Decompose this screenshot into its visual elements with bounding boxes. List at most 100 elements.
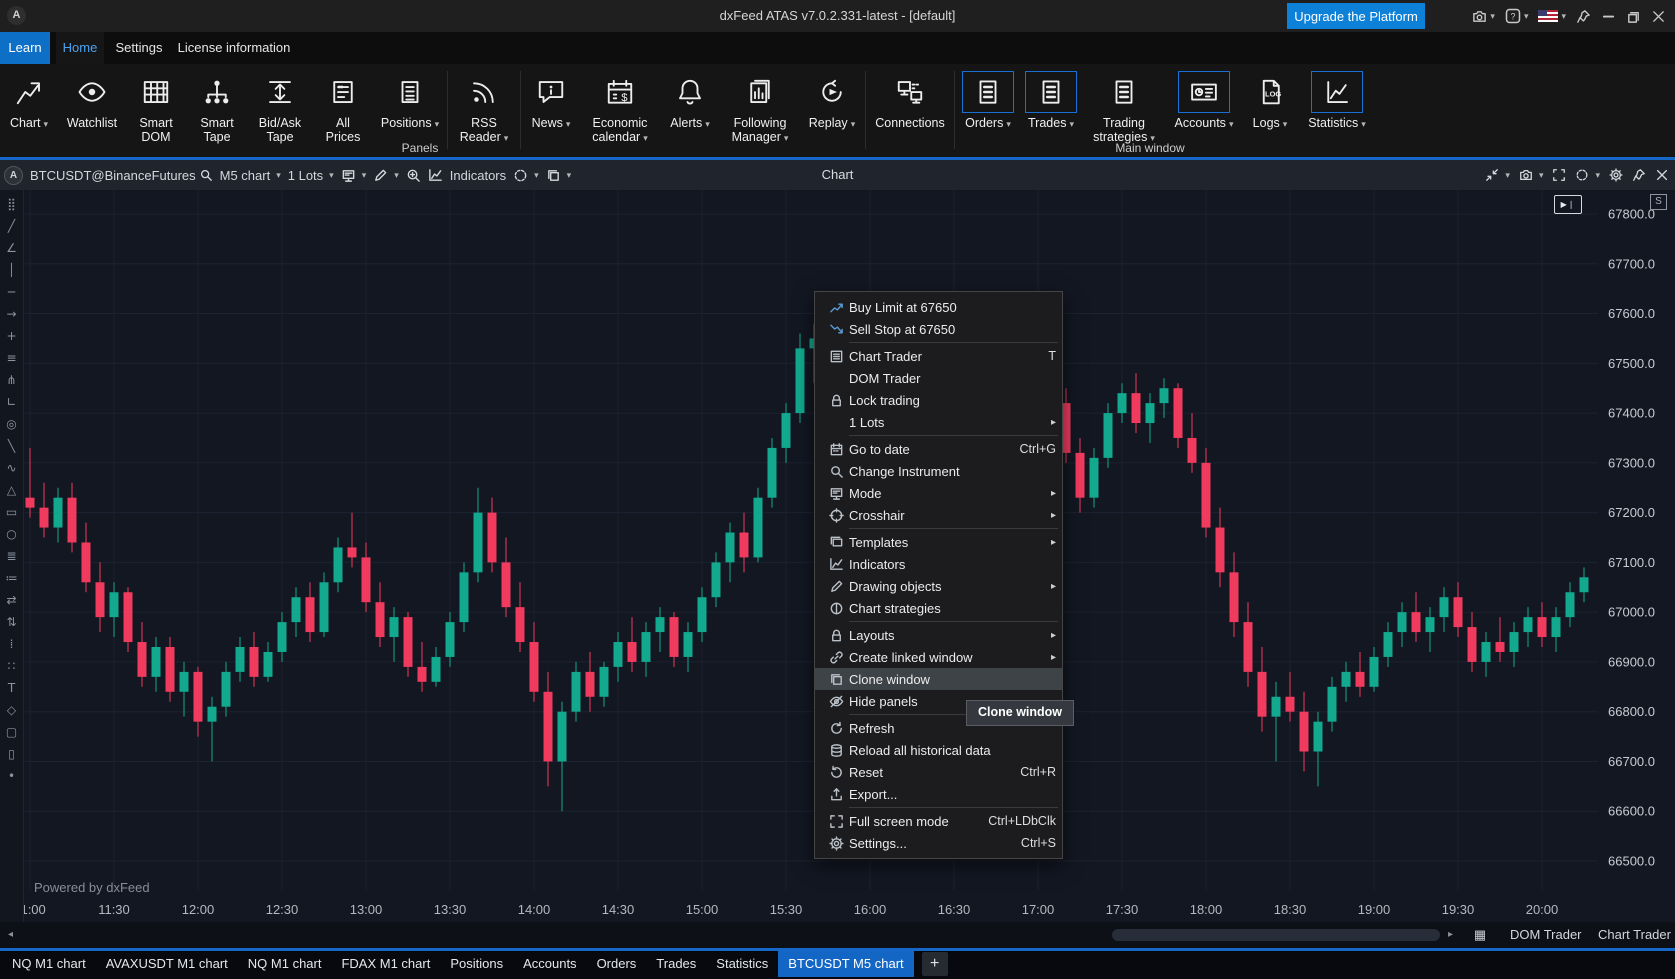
dom-trader-button[interactable]: DOM Trader <box>1510 922 1582 948</box>
context-menu-item-settings[interactable]: Settings...Ctrl+S <box>815 832 1062 854</box>
language[interactable]: ▾ <box>1533 0 1571 32</box>
context-menu-item-drawing-objects[interactable]: Drawing objects▸ <box>815 575 1062 597</box>
workspace-tab-fdax-m1-chart[interactable]: FDAX M1 chart <box>331 951 440 977</box>
grid-tool-icon[interactable]: ∷ <box>8 655 16 677</box>
text-tool-icon[interactable]: T <box>8 677 15 699</box>
close-icon[interactable] <box>1655 168 1669 182</box>
wave-tool-icon[interactable]: ∿ <box>6 457 16 479</box>
menu-tab-license-information[interactable]: License information <box>174 32 294 64</box>
go-to-latest-button[interactable]: ▶❘ <box>1554 195 1582 214</box>
context-menu-item-reset[interactable]: ResetCtrl+R <box>815 761 1062 783</box>
upgrade-platform-button[interactable]: Upgrade the Platform <box>1287 3 1425 29</box>
swap-tool-icon[interactable]: ⇄ <box>6 589 16 611</box>
rounded-rect-tool-icon[interactable]: ▢ <box>6 721 17 743</box>
tag-tool-icon[interactable]: ◇ <box>7 699 16 721</box>
ribbon-item-alerts[interactable]: Alerts▾ <box>660 69 720 131</box>
close-icon[interactable] <box>1646 0 1671 32</box>
restore-icon[interactable] <box>1621 0 1646 32</box>
workspace-tab-positions[interactable]: Positions <box>440 951 513 977</box>
bar-tool-icon[interactable]: ▯ <box>8 743 15 765</box>
pin-icon[interactable] <box>1632 168 1646 182</box>
chart-scrollbar-thumb[interactable] <box>1112 929 1440 941</box>
ribbon-item-positions[interactable]: Positions▾ <box>374 69 446 131</box>
cross-tool-icon[interactable]: + <box>6 325 16 347</box>
context-menu-item-reload-historical[interactable]: Reload all historical data <box>815 739 1062 761</box>
menu-tab-settings[interactable]: Settings <box>108 32 170 64</box>
drag-handle-icon[interactable]: ⣿ <box>7 193 16 215</box>
fullscreen-icon[interactable] <box>1552 168 1566 182</box>
context-menu-item-indicators[interactable]: Indicators <box>815 553 1062 575</box>
ribbon-item-chart[interactable]: Chart▾ <box>0 69 58 131</box>
ribbon-item-following-manager[interactable]: FollowingManager▾ <box>720 69 800 145</box>
context-menu-item-create-linked-window[interactable]: Create linked window▸ <box>815 646 1062 668</box>
angle-tool-icon[interactable]: ∠ <box>6 237 17 259</box>
dots-tool-icon[interactable]: ⁞ <box>10 633 14 655</box>
context-menu-item-chart-strategies[interactable]: Chart strategies <box>815 597 1062 619</box>
ribbon-item-statistics[interactable]: Statistics▾ <box>1298 69 1376 131</box>
ribbon-item-news[interactable]: News▾ <box>522 69 580 131</box>
ribbon-item-orders[interactable]: Orders▾ <box>956 69 1020 131</box>
ribbon-item-all-prices[interactable]: AllPrices <box>312 69 374 144</box>
ribbon-item-accounts[interactable]: Accounts▾ <box>1166 69 1242 131</box>
scroll-left-icon[interactable]: ◂ <box>8 922 13 948</box>
ribbon-item-replay[interactable]: Replay▾ <box>800 69 864 131</box>
chart-trader-button[interactable]: Chart Trader <box>1598 922 1671 948</box>
ruler-tool-icon[interactable]: ≔ <box>6 567 18 589</box>
menu-tab-home[interactable]: Home <box>56 32 104 64</box>
ribbon-item-smart-tape[interactable]: SmartTape <box>186 69 248 144</box>
ribbon-item-watchlist[interactable]: Watchlist <box>58 69 126 130</box>
ribbon-item-rss-reader[interactable]: RSSReader▾ <box>449 69 519 145</box>
updown-tool-icon[interactable]: ⇅ <box>6 611 16 633</box>
workspace-tab-accounts[interactable]: Accounts <box>513 951 586 977</box>
workspace-tab-statistics[interactable]: Statistics <box>706 951 778 977</box>
workspace-tab-avaxusdt-m1-chart[interactable]: AVAXUSDT M1 chart <box>96 951 238 977</box>
context-menu-item-go-to-date[interactable]: Go to dateCtrl+G <box>815 438 1062 460</box>
scroll-right-icon[interactable]: ▸ <box>1448 922 1453 948</box>
ribbon-item-trading-strategies[interactable]: Tradingstrategies▾ <box>1082 69 1166 145</box>
horizontal-line-tool-icon[interactable]: ─ <box>8 281 15 303</box>
context-menu-item-layouts[interactable]: Layouts▸ <box>815 624 1062 646</box>
workspace-tab-trades[interactable]: Trades <box>646 951 706 977</box>
context-menu-item-templates[interactable]: Templates▸ <box>815 531 1062 553</box>
rectangle-tool-icon[interactable]: ▭ <box>6 501 17 523</box>
levels-tool-icon[interactable]: ≡ <box>6 347 16 369</box>
ribbon-item-trades[interactable]: Trades▾ <box>1020 69 1082 131</box>
add-tab-button[interactable]: + <box>922 952 948 976</box>
minimize-icon[interactable] <box>1596 0 1621 32</box>
dot-tool-icon[interactable]: • <box>8 765 15 787</box>
list-tool-icon[interactable]: ≣ <box>6 545 16 567</box>
ribbon-item-bidask-tape[interactable]: Bid/AskTape <box>248 69 312 144</box>
workspace-tab-nq-m1-chart[interactable]: NQ M1 chart <box>238 951 332 977</box>
context-menu-item-full-screen[interactable]: Full screen modeCtrl+LDbClk <box>815 810 1062 832</box>
help-icon[interactable]: ?▾ <box>1500 0 1534 32</box>
arrow-tool-icon[interactable]: → <box>6 303 16 325</box>
vertical-line-tool-icon[interactable]: │ <box>8 259 15 281</box>
context-menu-item-lots[interactable]: 1 Lots▸ <box>815 411 1062 433</box>
context-menu-item-crosshair[interactable]: Crosshair▸ <box>815 504 1062 526</box>
context-menu-item-clone-window[interactable]: Clone window <box>815 668 1062 690</box>
triangle-tool-icon[interactable]: △ <box>7 479 16 501</box>
calendar-icon[interactable]: ▦ <box>1468 925 1492 945</box>
workspace-tab-btcusdt-m5-chart[interactable]: BTCUSDT M5 chart <box>778 951 913 977</box>
crosshair-style-icon[interactable]: ▾ <box>1575 168 1600 182</box>
target-tool-icon[interactable]: ◎ <box>6 413 16 435</box>
workspace-tab-orders[interactable]: Orders <box>587 951 647 977</box>
screenshot-icon[interactable]: ▾ <box>1467 0 1500 32</box>
ribbon-item-connections[interactable]: Connections <box>867 69 953 130</box>
pitchfork-tool-icon[interactable]: ⋔ <box>6 369 16 391</box>
context-menu-item-dom-trader[interactable]: DOM Trader <box>815 367 1062 389</box>
ribbon-item-economic-calendar[interactable]: $Economiccalendar▾ <box>580 69 660 145</box>
pin-icon[interactable] <box>1571 0 1596 32</box>
context-menu-item-lock-trading[interactable]: Lock trading <box>815 389 1062 411</box>
context-menu-item-chart-trader[interactable]: Chart TraderT <box>815 345 1062 367</box>
collapse-icon[interactable]: ▾ <box>1485 168 1510 182</box>
screenshot-icon[interactable]: ▾ <box>1519 168 1544 182</box>
context-menu-item-export[interactable]: Export... <box>815 783 1062 805</box>
context-menu-item-mode[interactable]: Mode▸ <box>815 482 1062 504</box>
corner-tool-icon[interactable]: ∟ <box>6 391 16 413</box>
ribbon-item-smart-dom[interactable]: SmartDOM <box>126 69 186 144</box>
context-menu-item-buy-limit[interactable]: Buy Limit at 67650 <box>815 296 1062 318</box>
context-menu-item-change-instrument[interactable]: Change Instrument <box>815 460 1062 482</box>
ribbon-item-logs[interactable]: LOGLogs▾ <box>1242 69 1298 131</box>
ellipse-tool-icon[interactable]: ○ <box>6 523 16 545</box>
